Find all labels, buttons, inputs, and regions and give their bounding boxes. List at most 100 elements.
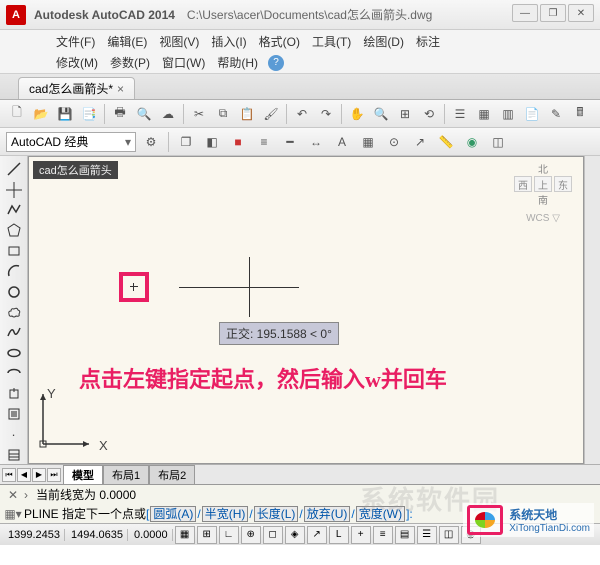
menu-param[interactable]: 参数(P)	[104, 54, 156, 71]
copy-icon[interactable]: ⧉	[212, 103, 234, 125]
units-icon[interactable]: 📏	[435, 131, 457, 153]
match-icon[interactable]: 🖌	[260, 103, 282, 125]
viewcube-top[interactable]: 上	[534, 176, 552, 192]
tab-layout1[interactable]: 布局1	[103, 465, 149, 485]
undo-icon[interactable]: ↶	[291, 103, 313, 125]
workspace-dropdown[interactable]: AutoCAD 经典	[6, 132, 136, 152]
status-osnap-icon[interactable]: ◻	[263, 526, 283, 544]
tool-palette-icon[interactable]: ▥	[497, 103, 519, 125]
save-icon[interactable]: 💾	[54, 103, 76, 125]
ellipse-icon[interactable]	[3, 344, 25, 362]
revision-cloud-icon[interactable]	[3, 303, 25, 321]
aux-close-button[interactable]: ✕	[568, 4, 594, 22]
status-sc-icon[interactable]: ◫	[439, 526, 459, 544]
status-snap-icon[interactable]: ▦	[175, 526, 195, 544]
status-tpy-icon[interactable]: ▤	[395, 526, 415, 544]
document-tab[interactable]: cad怎么画箭头* ×	[18, 77, 135, 99]
vertical-scrollbar[interactable]	[584, 156, 600, 464]
status-qp-icon[interactable]: ☰	[417, 526, 437, 544]
menu-draw[interactable]: 绘图(D)	[357, 33, 410, 50]
arc-icon[interactable]	[3, 262, 25, 280]
status-ortho-icon[interactable]: ∟	[219, 526, 239, 544]
publish-icon[interactable]: ☁	[157, 103, 179, 125]
design-center-icon[interactable]: ▦	[473, 103, 495, 125]
rectangle-icon[interactable]	[3, 242, 25, 260]
plot-icon[interactable]: 🖶	[109, 103, 131, 125]
layer-state-icon[interactable]: ◧	[201, 131, 223, 153]
tab-layout2[interactable]: 布局2	[149, 465, 195, 485]
pan-icon[interactable]: ✋	[346, 103, 368, 125]
aux-restore-button[interactable]: ❐	[540, 4, 566, 22]
sheet-next-icon[interactable]: ▶	[32, 468, 46, 482]
menu-format[interactable]: 格式(O)	[253, 33, 306, 50]
document-tab-close-icon[interactable]: ×	[117, 82, 124, 96]
status-ducs-icon[interactable]: L	[329, 526, 349, 544]
zoom-prev-icon[interactable]: ⟲	[418, 103, 440, 125]
paste-icon[interactable]: 📋	[236, 103, 258, 125]
calc-icon[interactable]: 🖩	[569, 103, 591, 125]
tab-model[interactable]: 模型	[63, 465, 103, 485]
status-lwt-icon[interactable]: ≡	[373, 526, 393, 544]
multileader-icon[interactable]: ↗	[409, 131, 431, 153]
command-close-icon[interactable]: ✕	[4, 488, 22, 502]
zoom-icon[interactable]: 🔍	[370, 103, 392, 125]
opt-undo[interactable]: 放弃(U)	[304, 506, 351, 522]
zoom-window-icon[interactable]: ⊞	[394, 103, 416, 125]
opt-length[interactable]: 长度(L)	[254, 506, 299, 522]
viewcube-east[interactable]: 东	[554, 176, 572, 192]
new-icon[interactable]: 🗋	[6, 103, 28, 125]
hatch-icon[interactable]	[3, 446, 25, 464]
viewcube[interactable]: 北 西 上 东 南 WCS ▽	[511, 161, 575, 224]
status-polar-icon[interactable]: ⊕	[241, 526, 261, 544]
opt-arc[interactable]: 圆弧(A)	[150, 506, 196, 522]
opt-halfwidth[interactable]: 半宽(H)	[202, 506, 249, 522]
menu-modify[interactable]: 修改(M)	[50, 54, 104, 71]
layer-icon[interactable]: ❐	[175, 131, 197, 153]
menu-view[interactable]: 视图(V)	[153, 33, 205, 50]
menu-help[interactable]: 帮助(H)	[211, 54, 264, 71]
text-style-icon[interactable]: A	[331, 131, 353, 153]
open-icon[interactable]: 📂	[30, 103, 52, 125]
wcs-label[interactable]: WCS ▽	[511, 213, 575, 224]
line-icon[interactable]	[3, 160, 25, 178]
sheet-first-icon[interactable]: ⏮	[2, 468, 16, 482]
menu-tools[interactable]: 工具(T)	[306, 33, 357, 50]
polygon-icon[interactable]	[3, 221, 25, 239]
sheet-prev-icon[interactable]: ◀	[17, 468, 31, 482]
properties-icon[interactable]: ☰	[449, 103, 471, 125]
polyline-icon[interactable]	[3, 201, 25, 219]
aux-min-button[interactable]: —	[512, 4, 538, 22]
workspace-settings-icon[interactable]: ⚙	[140, 131, 162, 153]
circle-icon[interactable]	[3, 282, 25, 300]
status-dyn-icon[interactable]: +	[351, 526, 371, 544]
status-grid-icon[interactable]: ⊞	[197, 526, 217, 544]
spline-icon[interactable]	[3, 323, 25, 341]
help-icon[interactable]: ?	[268, 55, 284, 71]
layer-color-icon[interactable]: ■	[227, 131, 249, 153]
menu-edit[interactable]: 编辑(E)	[101, 33, 153, 50]
table-style-icon[interactable]: ▦	[357, 131, 379, 153]
misc-icon[interactable]: ◫	[487, 131, 509, 153]
ellipse-arc-icon[interactable]	[3, 364, 25, 382]
dim-style-icon[interactable]: ↔	[305, 131, 327, 153]
render-icon[interactable]: ◉	[461, 131, 483, 153]
sheet-set-icon[interactable]: 📄	[521, 103, 543, 125]
lineweight-icon[interactable]: ━	[279, 131, 301, 153]
command-history-icon[interactable]: ›	[24, 488, 36, 502]
insert-block-icon[interactable]	[3, 384, 25, 402]
point-icon[interactable]: ·	[3, 425, 25, 443]
construction-line-icon[interactable]	[3, 180, 25, 198]
status-3dosnap-icon[interactable]: ◈	[285, 526, 305, 544]
menu-window[interactable]: 窗口(W)	[156, 54, 211, 71]
preview-icon[interactable]: 🔍	[133, 103, 155, 125]
status-otrack-icon[interactable]: ↗	[307, 526, 327, 544]
drawing-canvas[interactable]: cad怎么画箭头 北 西 上 东 南 WCS ▽ 正交: 195.1588 < …	[28, 156, 584, 464]
cut-icon[interactable]: ✂	[188, 103, 210, 125]
point-style-icon[interactable]: ⊙	[383, 131, 405, 153]
menu-insert[interactable]: 插入(I)	[205, 33, 252, 50]
viewcube-west[interactable]: 西	[514, 176, 532, 192]
markup-icon[interactable]: ✎	[545, 103, 567, 125]
sheet-last-icon[interactable]: ⏭	[47, 468, 61, 482]
redo-icon[interactable]: ↷	[315, 103, 337, 125]
menu-annotate[interactable]: 标注	[410, 33, 446, 50]
